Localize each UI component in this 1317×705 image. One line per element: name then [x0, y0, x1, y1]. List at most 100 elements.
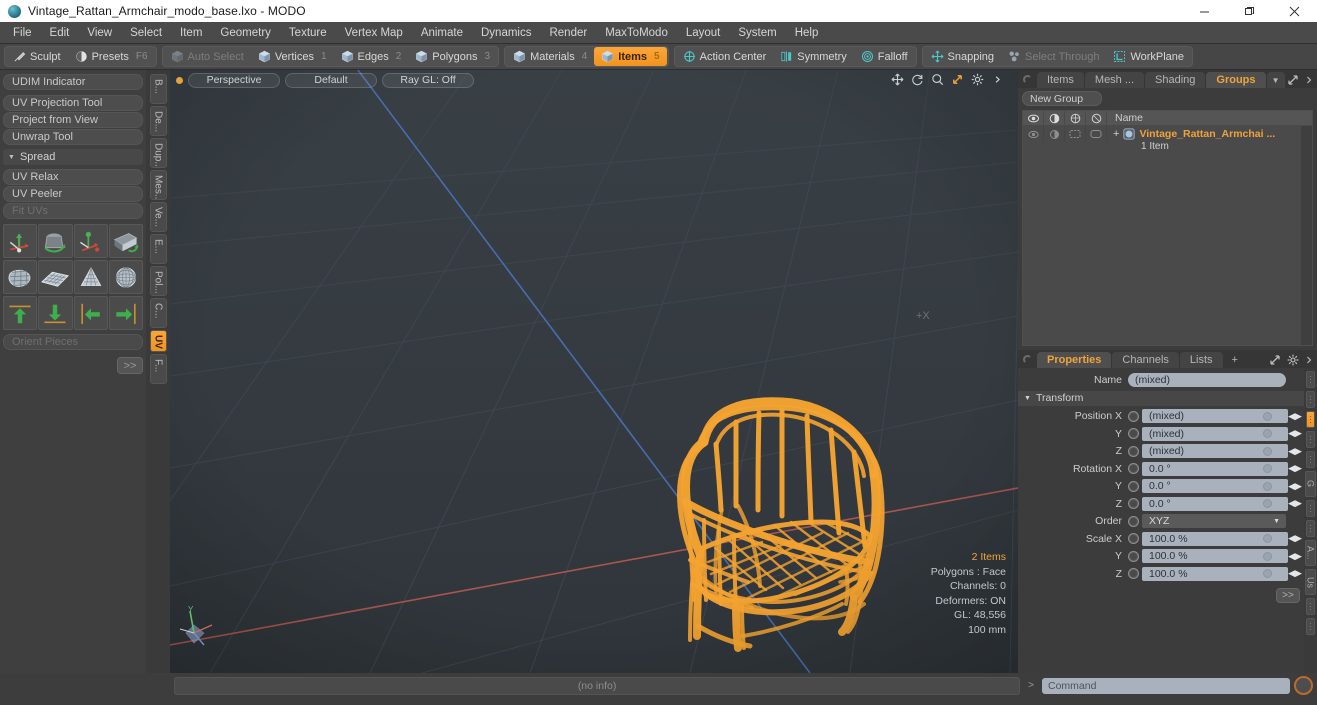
- menu-item-dynamics[interactable]: Dynamics: [472, 23, 540, 43]
- left-button-uv-projection-tool[interactable]: UV Projection Tool: [3, 95, 143, 111]
- column-wire-icon[interactable]: [1065, 111, 1086, 125]
- toolbar-button-presets[interactable]: Presets F6: [68, 47, 155, 66]
- left-vtab-pol[interactable]: Pol...: [149, 266, 167, 296]
- property-mini-dot-icon[interactable]: [1263, 534, 1272, 544]
- left-vtab-f[interactable]: F...: [149, 354, 167, 384]
- left-vtab-de[interactable]: De...: [149, 106, 167, 136]
- menu-item-texture[interactable]: Texture: [280, 23, 336, 43]
- toolbar-button-symmetry[interactable]: Symmetry: [773, 47, 854, 66]
- left-section-spread[interactable]: ▼ Spread: [3, 149, 143, 165]
- left-icon-button-shrinkwrap[interactable]: [3, 260, 38, 294]
- left-icon-button-align-top[interactable]: [3, 296, 38, 330]
- maximize-button[interactable]: [1227, 0, 1272, 22]
- menu-item-item[interactable]: Item: [171, 23, 211, 43]
- property-value-z[interactable]: 100.0 %: [1142, 566, 1288, 581]
- toolbar-button-falloff[interactable]: Falloff: [854, 47, 915, 66]
- row-shade-toggle[interactable]: [1086, 126, 1107, 142]
- property-spinner-icon[interactable]: ◀▶: [1288, 498, 1302, 509]
- menu-item-vertex-map[interactable]: Vertex Map: [336, 23, 412, 43]
- properties-side-grip[interactable]: [1306, 411, 1315, 428]
- expand-panel-icon[interactable]: [1287, 74, 1299, 86]
- property-section-transform[interactable]: ▼ Transform: [1018, 390, 1304, 406]
- toolbar-button-materials[interactable]: Materials 4: [506, 47, 594, 66]
- left-icon-button-grid-plane[interactable]: [38, 260, 73, 294]
- left-vtab-b[interactable]: B...: [149, 74, 167, 104]
- property-value-position-x[interactable]: (mixed): [1142, 409, 1288, 424]
- left-button-uv-relax[interactable]: UV Relax: [3, 169, 143, 185]
- menu-item-maxtomodo[interactable]: MaxToModo: [596, 23, 677, 43]
- column-render-icon[interactable]: [1044, 111, 1065, 125]
- left-vtab-ve[interactable]: Ve...: [149, 202, 167, 232]
- viewport-menu-dot-icon[interactable]: [176, 76, 183, 84]
- left-vtab-mes[interactable]: Mes...: [149, 170, 167, 200]
- fit-view-icon[interactable]: [951, 73, 964, 86]
- menu-item-view[interactable]: View: [78, 23, 121, 43]
- left-vtab-c[interactable]: C...: [149, 298, 167, 328]
- property-value-scale-x[interactable]: 100.0 %: [1142, 531, 1288, 546]
- property-spinner-icon[interactable]: ◀▶: [1288, 463, 1302, 474]
- property-mini-dot-icon[interactable]: [1263, 464, 1272, 474]
- property-value-y[interactable]: 0.0 °: [1142, 479, 1288, 494]
- toolbar-button-edges[interactable]: Edges 2: [334, 47, 409, 66]
- property-key-toggle[interactable]: [1128, 550, 1139, 562]
- viewport-raygl-button[interactable]: Ray GL: Off: [382, 72, 474, 88]
- property-spinner-icon[interactable]: ◀▶: [1288, 481, 1302, 492]
- property-mini-dot-icon[interactable]: [1263, 411, 1272, 421]
- left-vtab-uv[interactable]: UV: [149, 330, 167, 352]
- panel-menu-icon[interactable]: [1023, 75, 1032, 84]
- item-list-scrollbar[interactable]: [1301, 126, 1312, 345]
- left-icon-button-move-uv[interactable]: [3, 224, 38, 258]
- property-spinner-icon[interactable]: ◀▶: [1288, 411, 1302, 422]
- properties-side-grip[interactable]: [1306, 520, 1315, 537]
- left-icon-button-axis-uv[interactable]: [73, 224, 108, 258]
- properties-menu-icon[interactable]: [1023, 355, 1032, 364]
- panel-chevron-icon[interactable]: [1305, 74, 1313, 86]
- orient-pieces-field[interactable]: Orient Pieces: [3, 334, 143, 350]
- right-tab-groups[interactable]: Groups: [1206, 72, 1266, 88]
- close-button[interactable]: [1272, 0, 1317, 22]
- expander-icon[interactable]: +: [1113, 128, 1119, 140]
- property-select-order[interactable]: XYZ ▼: [1142, 514, 1286, 529]
- column-shade-icon[interactable]: [1086, 111, 1107, 125]
- property-mini-dot-icon[interactable]: [1263, 569, 1272, 579]
- property-value-name[interactable]: (mixed): [1128, 372, 1286, 387]
- menu-item-edit[interactable]: Edit: [41, 23, 79, 43]
- column-eye-icon[interactable]: [1023, 111, 1044, 125]
- toolbar-button-snapping[interactable]: Snapping: [924, 47, 1002, 66]
- property-value-z[interactable]: (mixed): [1142, 444, 1288, 459]
- property-key-toggle[interactable]: [1128, 463, 1139, 475]
- properties-side-tab-a[interactable]: A...: [1305, 540, 1316, 566]
- new-group-button[interactable]: New Group: [1022, 91, 1102, 106]
- properties-side-grip[interactable]: [1306, 500, 1315, 517]
- item-list-row[interactable]: + Vintage_Rattan_Armchai ...: [1023, 126, 1301, 142]
- toolbar-button-sculpt[interactable]: Sculpt: [6, 47, 68, 66]
- toolbar-button-polygons[interactable]: Polygons 3: [408, 47, 497, 66]
- property-key-toggle[interactable]: [1128, 410, 1139, 422]
- command-chevron-icon[interactable]: >: [1024, 680, 1038, 691]
- groups-item-list[interactable]: Name + Vintage_Rattan_Armchai ... 1 Item: [1022, 110, 1313, 346]
- right-tab-shading[interactable]: Shading: [1145, 72, 1206, 88]
- gear-icon[interactable]: [971, 73, 984, 86]
- menu-item-system[interactable]: System: [729, 23, 785, 43]
- command-input[interactable]: Command: [1042, 677, 1290, 694]
- viewport-shading-button[interactable]: Default: [285, 72, 377, 88]
- properties-more-button[interactable]: >>: [1276, 587, 1300, 603]
- move-view-icon[interactable]: [891, 73, 904, 86]
- command-execute-button[interactable]: [1294, 676, 1313, 695]
- property-value-y[interactable]: (mixed): [1142, 426, 1288, 441]
- property-value-rotation-x[interactable]: 0.0 °: [1142, 461, 1288, 476]
- left-button-project-from-view[interactable]: Project from View: [3, 112, 143, 128]
- property-mini-dot-icon[interactable]: [1263, 551, 1272, 561]
- property-key-toggle[interactable]: [1128, 498, 1139, 510]
- property-mini-dot-icon[interactable]: [1263, 499, 1272, 509]
- toolbar-button-select-through[interactable]: Select Through: [1001, 47, 1106, 66]
- property-spinner-icon[interactable]: ◀▶: [1288, 533, 1302, 544]
- toolbar-button-items[interactable]: Items 5: [594, 47, 667, 66]
- axis-gizmo[interactable]: Y: [178, 603, 222, 649]
- properties-side-grip[interactable]: [1306, 431, 1315, 448]
- left-icon-button-rotate-uv[interactable]: [38, 224, 73, 258]
- property-mini-dot-icon[interactable]: [1263, 481, 1272, 491]
- expand-properties-icon[interactable]: [1269, 354, 1281, 366]
- left-button-udim-indicator[interactable]: UDIM Indicator: [3, 74, 143, 90]
- left-button-fit-uvs[interactable]: Fit UVs: [3, 203, 143, 219]
